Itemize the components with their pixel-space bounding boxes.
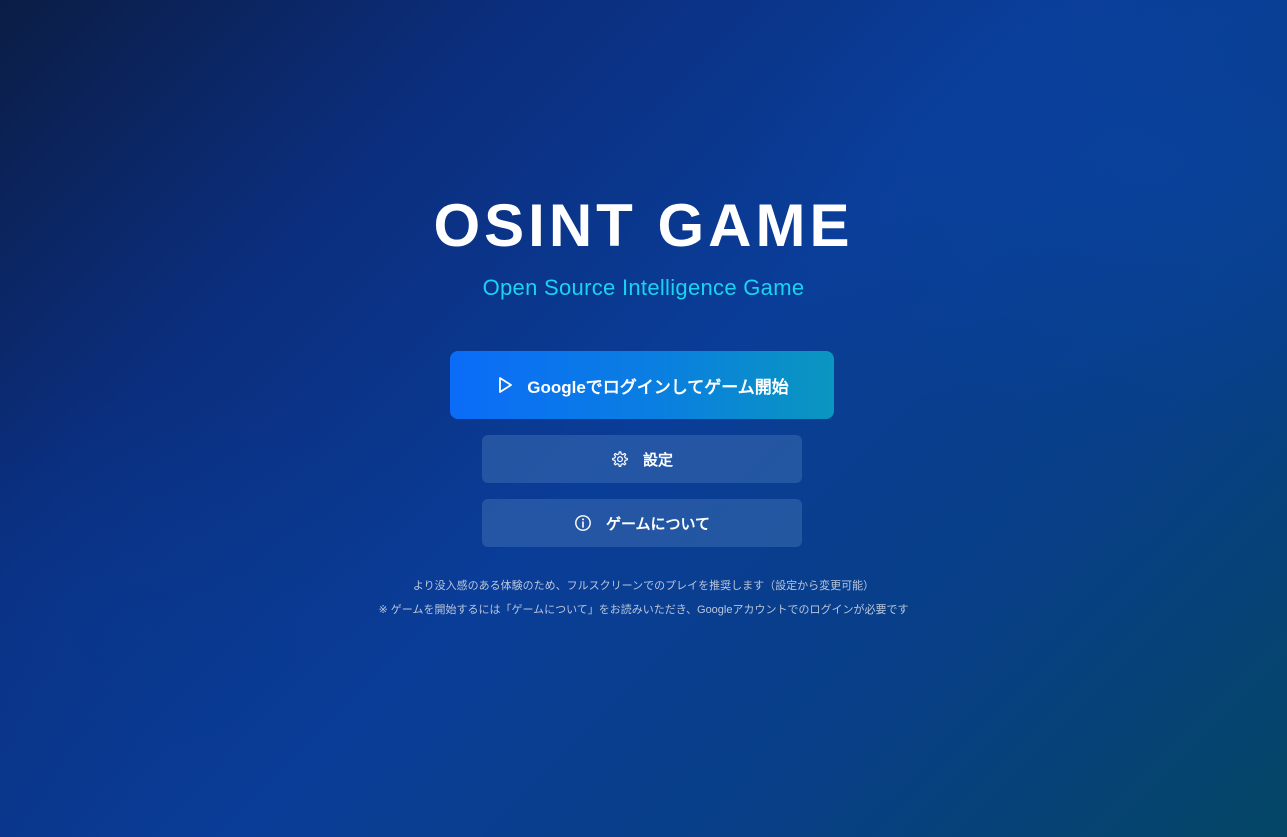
google-login-start-button[interactable]: Googleでログインしてゲーム開始	[450, 351, 834, 419]
start-screen: OSINT GAME Open Source Intelligence Game…	[0, 0, 1287, 837]
info-icon	[574, 514, 592, 532]
fullscreen-recommendation-note: より没入感のある体験のため、フルスクリーンでのプレイを推奨します（設定から変更可…	[412, 580, 875, 592]
settings-label: 設定	[642, 451, 673, 469]
about-game-label: ゲームについて	[605, 515, 711, 533]
google-login-start-label: Googleでログインしてゲーム開始	[527, 377, 789, 397]
play-icon	[495, 375, 515, 395]
login-requirement-note: ※ ゲームを開始するには「ゲームについて」をお読みいただき、Googleアカウン…	[378, 604, 909, 616]
about-game-button[interactable]: ゲームについて	[482, 499, 802, 547]
settings-button[interactable]: 設定	[482, 435, 802, 483]
page-title: OSINT GAME	[433, 192, 854, 259]
gear-icon	[611, 450, 629, 468]
page-subtitle: Open Source Intelligence Game	[482, 275, 805, 300]
